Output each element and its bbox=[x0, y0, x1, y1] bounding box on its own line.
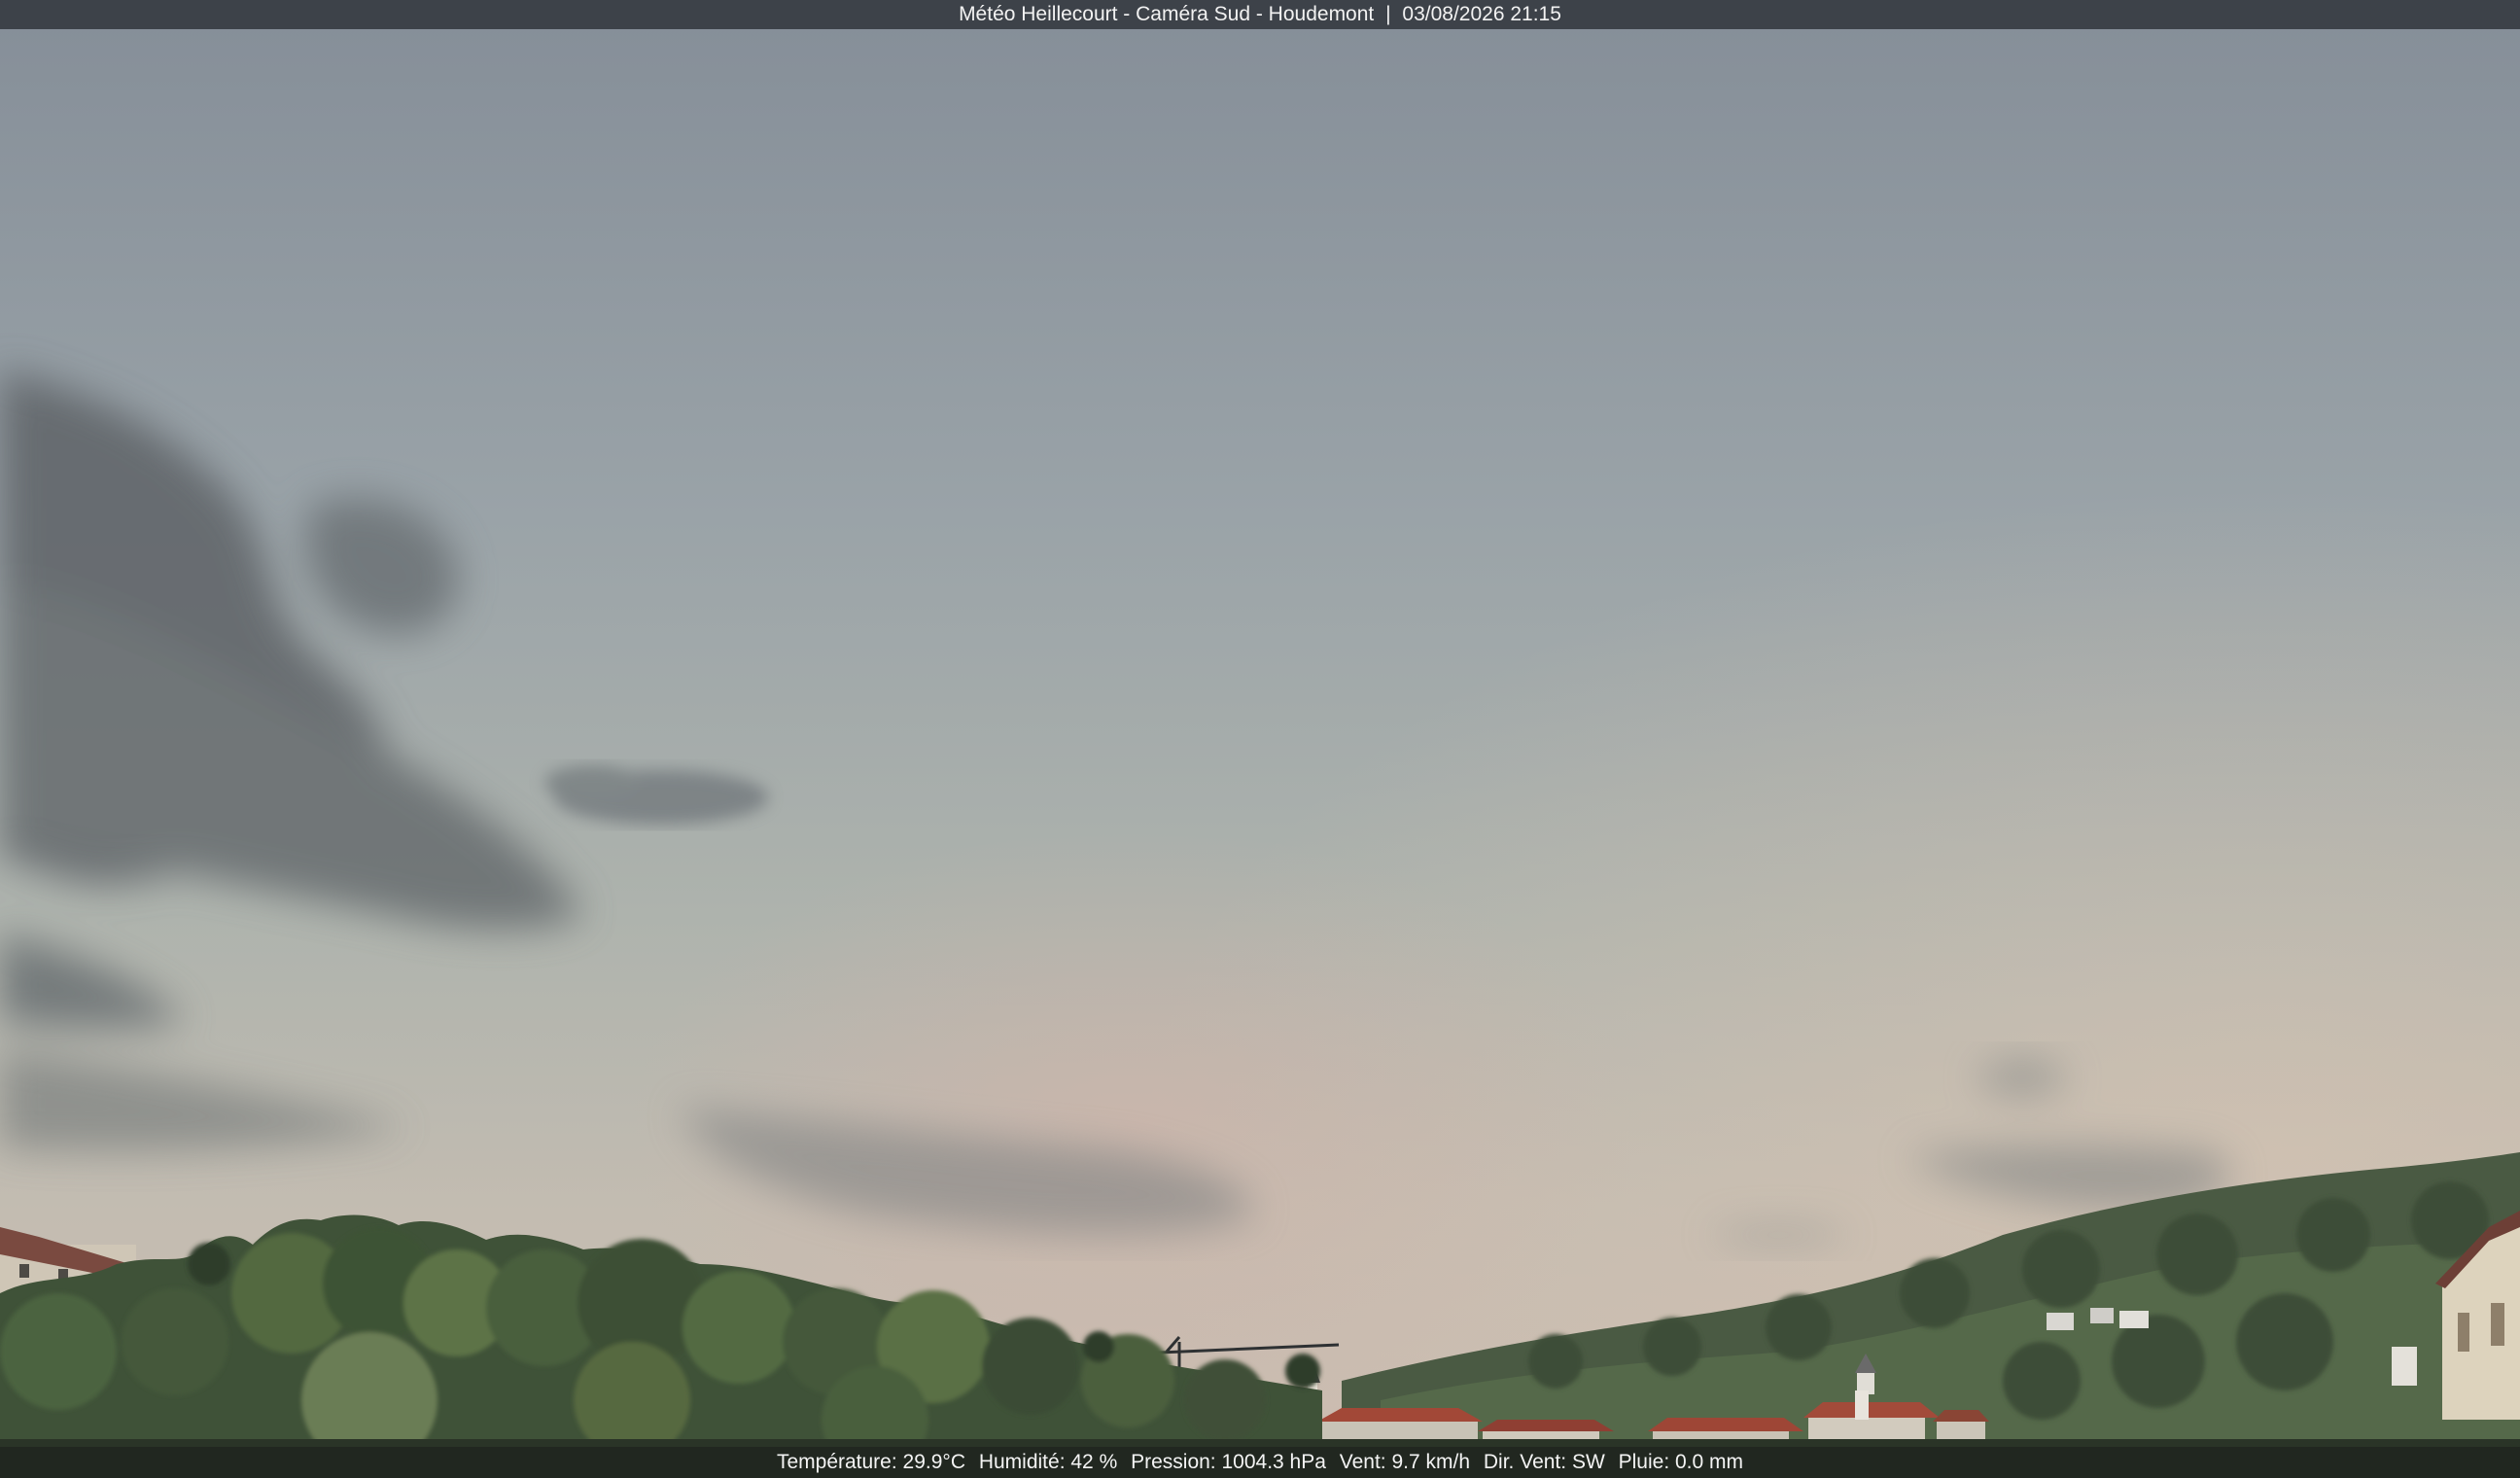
temperature-label: Température: bbox=[776, 1451, 897, 1473]
wind-speed-value: 9.7 km/h bbox=[1391, 1451, 1471, 1473]
rain-reading: Pluie: 0.0 mm bbox=[1619, 1451, 1743, 1473]
wind-direction-label: Dir. Vent: bbox=[1483, 1451, 1567, 1473]
pressure-reading: Pression: 1004.3 hPa bbox=[1131, 1451, 1326, 1473]
webcam-image bbox=[0, 0, 2520, 1478]
wind-speed-reading: Vent: 9.7 km/h bbox=[1340, 1451, 1470, 1473]
pressure-label: Pression: bbox=[1131, 1451, 1216, 1473]
webcam-frame: Météo Heillecourt - Caméra Sud - Houdemo… bbox=[0, 0, 2520, 1478]
humidity-value: 42 % bbox=[1070, 1451, 1118, 1473]
title-separator: | bbox=[1385, 3, 1391, 25]
wind-direction-value: SW bbox=[1571, 1451, 1605, 1473]
rain-label: Pluie: bbox=[1618, 1451, 1670, 1473]
wind-speed-label: Vent: bbox=[1339, 1451, 1386, 1473]
humidity-label: Humidité: bbox=[978, 1451, 1066, 1473]
pressure-value: 1004.3 hPa bbox=[1221, 1451, 1326, 1473]
temperature-value: 29.9°C bbox=[902, 1451, 965, 1473]
weather-info-bar: Température: 29.9°C Humidité: 42 % Press… bbox=[0, 1447, 2520, 1478]
station-title: Météo Heillecourt - Caméra Sud - Houdemo… bbox=[959, 3, 1375, 25]
capture-datetime: 03/08/2026 21:15 bbox=[1402, 3, 1561, 25]
temperature-reading: Température: 29.9°C bbox=[777, 1451, 965, 1473]
humidity-reading: Humidité: 42 % bbox=[979, 1451, 1117, 1473]
wind-direction-reading: Dir. Vent: SW bbox=[1484, 1451, 1605, 1473]
title-bar: Météo Heillecourt - Caméra Sud - Houdemo… bbox=[0, 0, 2520, 29]
rain-value: 0.0 mm bbox=[1675, 1451, 1744, 1473]
